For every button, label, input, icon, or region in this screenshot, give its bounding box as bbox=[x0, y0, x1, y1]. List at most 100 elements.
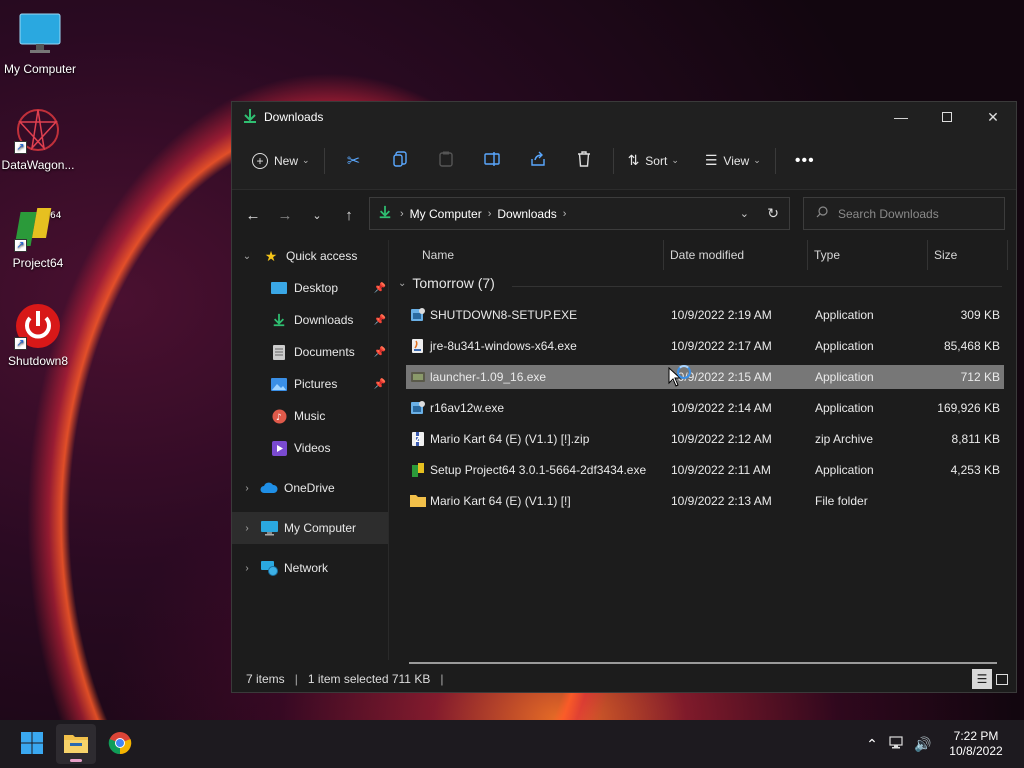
horizontal-scrollbar[interactable] bbox=[409, 662, 997, 664]
breadcrumb-separator-icon: › bbox=[487, 207, 492, 220]
view-label: View bbox=[723, 153, 750, 168]
sidebar-item-onedrive[interactable]: › OneDrive bbox=[232, 472, 388, 504]
sort-icon: ⇅ bbox=[627, 152, 640, 168]
pin-icon[interactable]: 📌 bbox=[374, 379, 386, 390]
refresh-icon[interactable]: ↻ bbox=[767, 205, 779, 222]
minimize-button[interactable]: — bbox=[878, 102, 924, 132]
monitor-icon bbox=[260, 520, 278, 536]
table-row[interactable]: jre-8u341-windows-x64.exe 10/9/2022 2:17… bbox=[406, 334, 1004, 358]
sidebar-item-my-computer[interactable]: › My Computer bbox=[232, 512, 388, 544]
more-options-button[interactable]: ••• bbox=[789, 145, 821, 177]
pin-icon[interactable]: 📌 bbox=[374, 315, 386, 326]
chevron-down-icon: ⌄ bbox=[242, 250, 252, 262]
table-row-selected[interactable]: launcher-1.09_16.exe 10/9/2022 2:15 AM A… bbox=[406, 365, 1004, 389]
clipboard-icon bbox=[438, 151, 453, 170]
volume-icon[interactable]: 🔊 bbox=[910, 736, 936, 753]
new-button[interactable]: + New ⌄ bbox=[244, 145, 318, 177]
sidebar-item-music[interactable]: ♪ Music bbox=[232, 400, 388, 432]
title-bar[interactable]: Downloads — ✕ bbox=[232, 102, 1016, 132]
file-type: Application bbox=[815, 308, 874, 322]
share-button[interactable] bbox=[522, 145, 554, 177]
sidebar-item-desktop[interactable]: Desktop 📌 bbox=[232, 272, 388, 304]
sidebar-item-label: OneDrive bbox=[284, 481, 335, 495]
file-type: File folder bbox=[815, 494, 868, 508]
tiles-view-button[interactable] bbox=[992, 669, 1012, 689]
music-icon: ♪ bbox=[270, 408, 288, 424]
address-history-chevron-icon[interactable]: ⌄ bbox=[740, 207, 749, 220]
file-size: 4,253 KB bbox=[950, 463, 1000, 477]
table-row[interactable]: SHUTDOWN8-SETUP.EXE 10/9/2022 2:19 AM Ap… bbox=[406, 303, 1004, 327]
taskbar-chrome[interactable] bbox=[100, 724, 140, 764]
toolbar-divider bbox=[612, 147, 614, 174]
status-divider: | bbox=[294, 672, 298, 686]
chevron-right-icon: › bbox=[245, 522, 249, 534]
command-bar: + New ⌄ ✂ ⇅ Sort ⌄ ☰ View ⌄ ••• bbox=[232, 132, 1016, 190]
maximize-button[interactable] bbox=[924, 102, 970, 132]
search-box[interactable]: Search Downloads bbox=[803, 197, 1005, 230]
sidebar-item-videos[interactable]: Videos bbox=[232, 432, 388, 464]
trash-icon bbox=[577, 151, 591, 170]
rename-button[interactable] bbox=[476, 145, 508, 177]
show-desktop-button[interactable] bbox=[1016, 720, 1024, 768]
column-header-name[interactable]: Name bbox=[416, 240, 664, 270]
downloads-icon bbox=[242, 108, 258, 127]
address-bar[interactable]: › My Computer › Downloads › ⌄ ↻ bbox=[369, 197, 790, 230]
column-header-date-modified[interactable]: Date modified bbox=[664, 240, 808, 270]
network-status-icon[interactable] bbox=[884, 735, 910, 753]
sidebar-item-documents[interactable]: Documents 📌 bbox=[232, 336, 388, 368]
pin-icon[interactable]: 📌 bbox=[374, 347, 386, 358]
copy-button[interactable] bbox=[384, 145, 416, 177]
minimize-icon: — bbox=[894, 109, 908, 125]
back-button[interactable]: ← bbox=[237, 199, 269, 231]
desktop-icon-project64[interactable]: 64 ↗ Project64 bbox=[0, 204, 78, 270]
start-button[interactable] bbox=[12, 724, 52, 764]
group-header-tomorrow[interactable]: ⌄ Tomorrow (7) bbox=[398, 275, 495, 291]
clock[interactable]: 7:22 PM 10/8/2022 bbox=[936, 729, 1016, 759]
desktop-icon-datawagon[interactable]: ↗ DataWagon... bbox=[0, 106, 78, 172]
taskbar-file-explorer[interactable] bbox=[56, 724, 96, 764]
close-button[interactable]: ✕ bbox=[970, 102, 1016, 132]
downloads-icon bbox=[378, 205, 392, 222]
share-icon bbox=[530, 151, 546, 170]
file-name: SHUTDOWN8-SETUP.EXE bbox=[430, 308, 578, 322]
file-type: Application bbox=[815, 463, 874, 477]
rename-icon bbox=[483, 152, 500, 169]
table-row[interactable]: Z Mario Kart 64 (E) (V1.1) [!].zip 10/9/2… bbox=[406, 427, 1004, 451]
desktop-icon-shutdown8[interactable]: ↗ Shutdown8 bbox=[0, 302, 78, 368]
cut-button[interactable]: ✂ bbox=[338, 145, 370, 177]
java-installer-icon bbox=[410, 338, 426, 354]
selection-info: 1 item selected 711 KB bbox=[307, 672, 431, 686]
sidebar-item-label: Videos bbox=[294, 441, 331, 455]
forward-button[interactable]: → bbox=[269, 199, 301, 231]
chevron-right-icon: › bbox=[245, 562, 249, 574]
sidebar-item-downloads[interactable]: Downloads 📌 bbox=[232, 304, 388, 336]
delete-button[interactable] bbox=[568, 145, 600, 177]
chrome-icon bbox=[108, 731, 132, 758]
view-button[interactable]: ☰ View ⌄ bbox=[697, 145, 769, 177]
table-row[interactable]: r16av12w.exe 10/9/2022 2:14 AM Applicati… bbox=[406, 396, 1004, 420]
breadcrumb-downloads[interactable]: Downloads bbox=[497, 207, 556, 221]
details-view-button[interactable]: ☰ bbox=[972, 669, 992, 689]
sort-button[interactable]: ⇅ Sort ⌄ bbox=[620, 145, 687, 177]
breadcrumb-my-computer[interactable]: My Computer bbox=[410, 207, 482, 221]
search-placeholder: Search Downloads bbox=[838, 206, 939, 221]
chevron-down-icon: ⌄ bbox=[312, 209, 322, 222]
pin-icon[interactable]: 📌 bbox=[374, 283, 386, 294]
recent-locations-button[interactable]: ⌄ bbox=[301, 199, 333, 231]
list-view-icon: ☰ bbox=[704, 152, 718, 168]
sidebar-item-quick-access[interactable]: ⌄ ★ Quick access bbox=[232, 240, 388, 272]
table-row[interactable]: Mario Kart 64 (E) (V1.1) [!] 10/9/2022 2… bbox=[406, 489, 1004, 513]
column-header-type[interactable]: Type bbox=[808, 240, 928, 270]
sidebar-item-network[interactable]: › Network bbox=[232, 552, 388, 584]
table-row[interactable]: Setup Project64 3.0.1-5664-2df3434.exe 1… bbox=[406, 458, 1004, 482]
column-header-size[interactable]: Size bbox=[928, 240, 1008, 270]
sidebar-item-pictures[interactable]: Pictures 📌 bbox=[232, 368, 388, 400]
up-button[interactable]: ↑ bbox=[333, 199, 365, 231]
paste-button[interactable] bbox=[430, 145, 462, 177]
desktop-icon-label: DataWagon... bbox=[1, 158, 75, 172]
scissors-icon: ✂ bbox=[346, 152, 361, 170]
maximize-icon bbox=[942, 112, 952, 122]
desktop-icon-my-computer[interactable]: My Computer bbox=[0, 10, 80, 76]
chevron-up-icon[interactable]: ⌃ bbox=[860, 736, 884, 753]
file-size: 309 KB bbox=[960, 308, 1000, 322]
